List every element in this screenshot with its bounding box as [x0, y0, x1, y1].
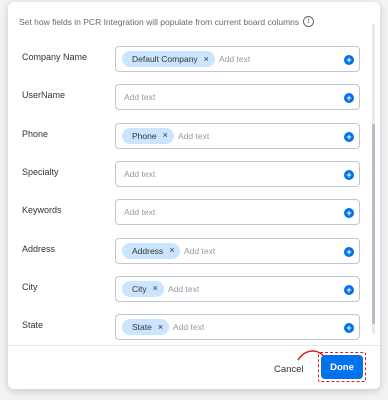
field-label: UserName	[22, 90, 66, 101]
field-row: Specialty Add text +	[8, 160, 380, 191]
add-text-placeholder[interactable]: Add text	[168, 284, 199, 294]
field-input[interactable]: Default Company × Add text +	[115, 46, 360, 72]
remove-chip-icon[interactable]: ×	[158, 322, 163, 332]
chip-label: Phone	[132, 130, 157, 141]
field-row: State State × Add text +	[8, 314, 380, 344]
add-column-icon[interactable]: +	[344, 323, 354, 334]
column-chip[interactable]: Address ×	[122, 242, 181, 259]
chip-label: Default Company	[132, 54, 198, 64]
remove-chip-icon[interactable]: ×	[153, 284, 158, 293]
field-label: Address	[22, 243, 56, 254]
field-row: Keywords Add text +	[8, 199, 380, 229]
field-input[interactable]: State × Add text +	[115, 314, 360, 341]
column-chip[interactable]: Default Company ×	[122, 51, 215, 67]
add-column-icon[interactable]: +	[344, 169, 354, 180]
field-input[interactable]: Add text +	[115, 84, 360, 111]
column-chip[interactable]: Phone ×	[122, 127, 174, 144]
chip-label: City	[132, 283, 147, 294]
add-text-placeholder[interactable]: Add text	[184, 246, 215, 256]
info-icon[interactable]: i	[303, 16, 315, 27]
scrollbar[interactable]	[372, 24, 375, 334]
chip-label: Address	[132, 245, 164, 256]
add-column-icon[interactable]: +	[344, 208, 354, 219]
field-row: Address Address × Add text +	[8, 237, 380, 268]
dialog-footer: Cancel Done	[8, 345, 380, 389]
add-text-placeholder[interactable]: Add text	[219, 54, 250, 64]
field-input[interactable]: Phone × Add text +	[115, 122, 360, 149]
add-column-icon[interactable]: +	[344, 246, 354, 257]
field-input[interactable]: Add text +	[115, 199, 360, 226]
remove-chip-icon[interactable]: ×	[169, 246, 174, 255]
column-chip[interactable]: State ×	[122, 319, 170, 336]
cancel-button[interactable]: Cancel	[274, 360, 304, 378]
add-column-icon[interactable]: +	[344, 55, 354, 65]
add-text-placeholder[interactable]: Add text	[124, 169, 155, 179]
field-row: Company Name Default Company × Add text +	[8, 46, 380, 76]
field-label: City	[22, 281, 38, 292]
add-text-placeholder[interactable]: Add text	[124, 92, 155, 102]
remove-chip-icon[interactable]: ×	[204, 54, 209, 64]
field-row: City City × Add text +	[8, 275, 380, 306]
field-label: Keywords	[22, 205, 62, 216]
remove-chip-icon[interactable]: ×	[163, 131, 168, 140]
field-label: Phone	[22, 128, 49, 139]
done-button[interactable]: Done	[321, 355, 363, 379]
add-column-icon[interactable]: +	[344, 284, 354, 295]
column-chip[interactable]: City ×	[122, 280, 164, 297]
field-row: UserName Add text +	[8, 84, 380, 114]
add-column-icon[interactable]: +	[344, 93, 354, 104]
add-text-placeholder[interactable]: Add text	[178, 131, 209, 141]
field-label: State	[22, 320, 44, 331]
field-input[interactable]: Add text +	[115, 160, 360, 187]
chip-label: State	[132, 322, 152, 333]
add-text-placeholder[interactable]: Add text	[173, 322, 204, 332]
dialog-header: Set how fields in PCR Integration will p…	[19, 16, 315, 27]
field-input[interactable]: City × Add text +	[115, 275, 360, 302]
add-text-placeholder[interactable]: Add text	[124, 207, 155, 217]
field-row: Phone Phone × Add text +	[8, 122, 380, 153]
scrollbar-thumb[interactable]	[372, 124, 375, 324]
field-mapping-dialog: Set how fields in PCR Integration will p…	[8, 2, 380, 389]
header-text: Set how fields in PCR Integration will p…	[19, 16, 300, 27]
add-column-icon[interactable]: +	[344, 131, 354, 142]
field-label: Specialty	[22, 166, 59, 177]
field-label: Company Name	[22, 52, 88, 62]
field-input[interactable]: Address × Add text +	[115, 237, 360, 264]
